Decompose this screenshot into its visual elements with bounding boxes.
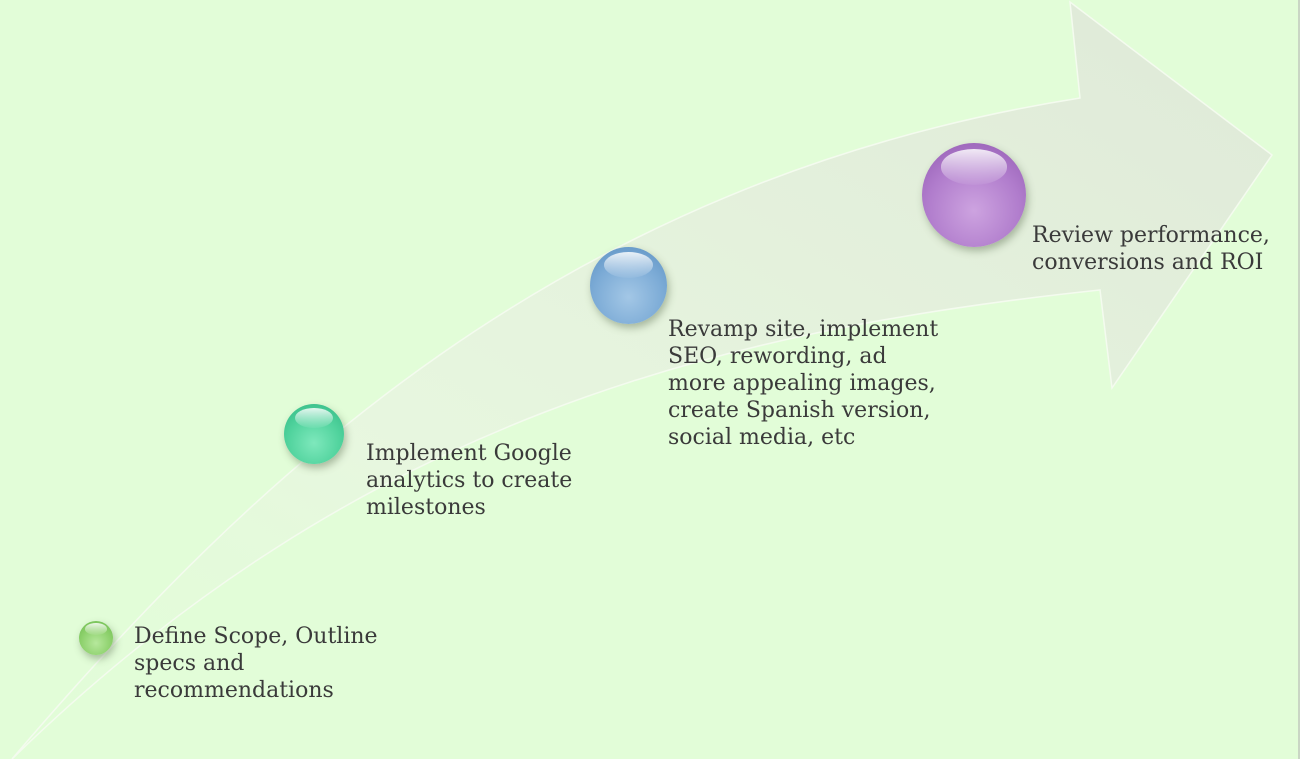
step-1-orb — [79, 621, 113, 655]
step-2-label: Implement Google analytics to create mil… — [366, 441, 573, 520]
step-3-orb — [590, 247, 667, 324]
step-1-label: Define Scope, Outline specs and recommen… — [134, 624, 378, 703]
step-4-label: Review performance, conversions and ROI — [1032, 223, 1270, 275]
step-4-orb — [922, 143, 1026, 247]
step-3-label: Revamp site, implement SEO, rewording, a… — [668, 317, 939, 450]
step-2-orb — [284, 404, 344, 464]
process-diagram-slide: Define Scope, Outline specs and recommen… — [0, 0, 1300, 759]
